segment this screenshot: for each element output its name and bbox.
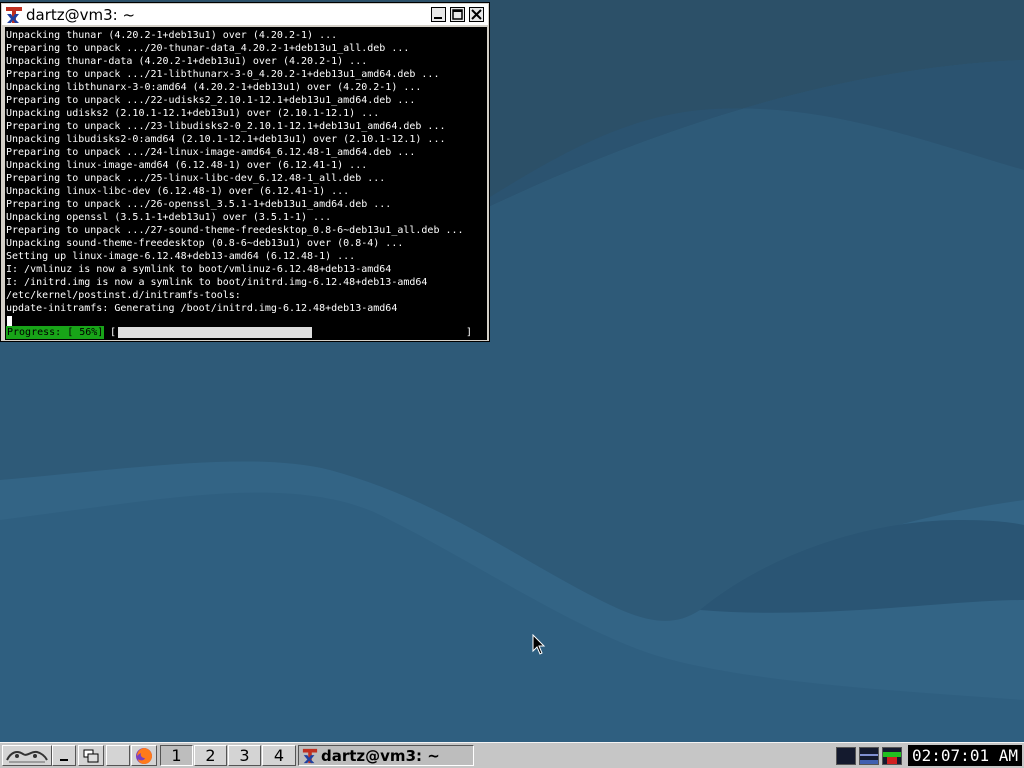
terminal-line: Preparing to unpack .../22-udisks2_2.10.… (6, 95, 416, 106)
terminal-line: Preparing to unpack .../20-thunar-data_4… (6, 43, 410, 54)
taskbar-spacer-button[interactable] (106, 745, 130, 766)
mouse-pointer-icon (532, 634, 546, 655)
terminal-line: Preparing to unpack .../21-libthunarx-3-… (6, 69, 440, 80)
terminal-line: update-initramfs: Generating /boot/initr… (6, 303, 398, 314)
terminal-titlebar[interactable]: dartz@vm3: ~ (2, 4, 488, 25)
show-desktop-button[interactable] (52, 745, 76, 766)
workspace-button-4[interactable]: 4 (262, 745, 296, 766)
terminal-output[interactable]: Unpacking thunar (4.20.2-1+deb13u1) over… (5, 27, 487, 340)
maximize-button[interactable] (450, 7, 465, 22)
terminal-line: I: /vmlinuz is now a symlink to boot/vml… (6, 264, 392, 275)
workspace-button-1[interactable]: 1 (160, 745, 193, 766)
xterm-icon[interactable] (5, 6, 23, 24)
minimize-button[interactable] (431, 7, 446, 22)
progress-close-bracket: ] (466, 327, 473, 338)
progress-row: Progress: [ 56%] [ ] (6, 326, 484, 339)
terminal-line: Preparing to unpack .../26-openssl_3.5.1… (6, 199, 392, 210)
terminal-title: dartz@vm3: ~ (26, 5, 136, 24)
terminal-line: Preparing to unpack .../24-linux-image-a… (6, 147, 416, 158)
network-monitor-icon[interactable] (882, 747, 902, 765)
progress-label: Progress: [ 56%] (6, 326, 105, 339)
terminal-line: Unpacking sound-theme-freedesktop (0.8-6… (6, 238, 404, 249)
terminal-line: Unpacking libudisks2-0:amd64 (2.10.1-12.… (6, 134, 446, 145)
minimize-windows-icon (60, 758, 68, 761)
workspace-button-2[interactable]: 2 (194, 745, 227, 766)
workspace-button-3[interactable]: 3 (228, 745, 261, 766)
clock[interactable]: 02:07:01 AM (908, 745, 1022, 766)
terminal-window[interactable]: dartz@vm3: ~ Unpacking thunar (4.20.2-1+… (0, 2, 490, 342)
window-list-icon (83, 749, 99, 762)
window-list-button[interactable] (78, 745, 104, 766)
firefox-launcher[interactable] (131, 745, 157, 766)
terminal-line: Setting up linux-image-6.12.48+deb13-amd… (6, 251, 356, 262)
firefox-icon (136, 747, 152, 764)
terminal-lines: Unpacking thunar (4.20.2-1+deb13u1) over… (6, 29, 464, 328)
desktop[interactable]: dartz@vm3: ~ Unpacking thunar (4.20.2-1+… (0, 0, 1024, 768)
start-menu-button[interactable] (2, 745, 52, 766)
memory-graph (860, 754, 878, 764)
cpu-monitor-icon[interactable] (836, 747, 856, 765)
icewm-logo-icon (6, 750, 48, 762)
terminal-line: Unpacking libthunarx-3-0:amd64 (4.20.2-1… (6, 82, 422, 93)
terminal-line: Unpacking linux-libc-dev (6.12.48-1) ove… (6, 186, 350, 197)
terminal-line: Unpacking thunar-data (4.20.2-1+deb13u1)… (6, 56, 368, 67)
taskbar-task-label: dartz@vm3: ~ (321, 746, 440, 765)
close-icon (471, 9, 482, 20)
maximize-icon (452, 9, 463, 20)
progress-bar (118, 327, 464, 338)
xterm-icon (302, 748, 318, 763)
progress-open-bracket: [ (110, 327, 117, 338)
terminal-line: Preparing to unpack .../25-linux-libc-de… (6, 173, 386, 184)
terminal-line: Unpacking openssl (3.5.1-1+deb13u1) over… (6, 212, 332, 223)
terminal-line: I: /initrd.img is now a symlink to boot/… (6, 277, 428, 288)
terminal-line: /etc/kernel/postinst.d/initramfs-tools: (6, 290, 241, 301)
terminal-line: Unpacking udisks2 (2.10.1-12.1+deb13u1) … (6, 108, 380, 119)
progress-fill (118, 327, 312, 338)
terminal-line: Preparing to unpack .../23-libudisks2-0_… (6, 121, 446, 132)
terminal-line: Unpacking linux-image-amd64 (6.12.48-1) … (6, 160, 368, 171)
minimize-icon (434, 17, 442, 19)
network-graph (883, 752, 901, 764)
terminal-line: Preparing to unpack .../27-sound-theme-f… (6, 225, 464, 236)
taskbar: 1 2 3 4 dartz@vm3: ~ 02:07:01 AM (0, 742, 1024, 768)
close-button[interactable] (469, 7, 484, 22)
memory-monitor-icon[interactable] (859, 747, 879, 765)
taskbar-task-terminal[interactable]: dartz@vm3: ~ (298, 745, 474, 766)
terminal-line: Unpacking thunar (4.20.2-1+deb13u1) over… (6, 30, 338, 41)
